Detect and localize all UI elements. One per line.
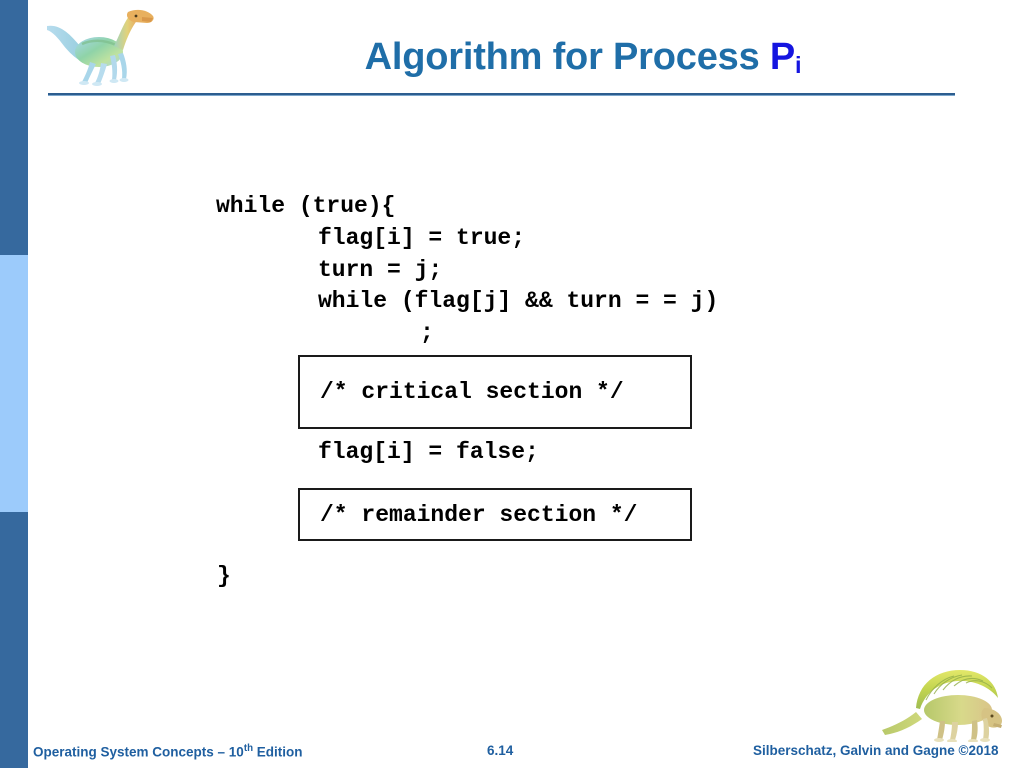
remainder-section-box: /* remainder section */ [298, 488, 692, 541]
slide-footer: Operating System Concepts – 10th Edition… [0, 738, 1024, 768]
code-listing: while (true){ flag[i] = true; turn = j; … [0, 0, 1024, 768]
dimetrodon-dinosaur-icon [882, 670, 1002, 742]
code-line-while-true: while (true){ [216, 193, 396, 219]
footer-copyright: Silberschatz, Galvin and Gagne ©2018 [753, 743, 999, 758]
footer-book-title-suffix: Edition [253, 744, 303, 760]
remainder-section-label: /* remainder section */ [320, 501, 638, 528]
footer-book-title: Operating System Concepts – 10th Edition [33, 743, 303, 760]
critical-section-label: /* critical section */ [320, 379, 624, 405]
footer-book-title-prefix: Operating System Concepts – 10 [33, 744, 244, 760]
code-line-turn-j: turn = j; [318, 257, 443, 283]
code-line-flag-true: flag[i] = true; [318, 225, 526, 251]
slide-number: 6.14 [487, 743, 514, 758]
code-line-close-brace: } [217, 563, 231, 589]
code-line-flag-false: flag[i] = false; [318, 439, 539, 465]
footer-edition-ordinal: th [243, 743, 254, 754]
critical-section-box: /* critical section */ [298, 355, 692, 429]
code-line-semicolon: ; [420, 320, 434, 346]
code-line-while-flagj: while (flag[j] && turn = = j) [318, 288, 719, 314]
